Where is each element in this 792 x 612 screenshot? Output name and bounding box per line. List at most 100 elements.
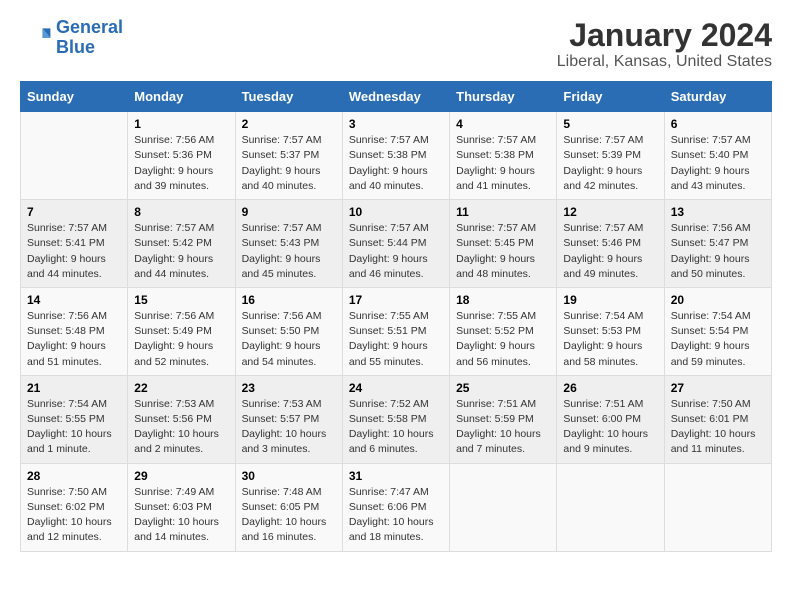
calendar-cell: 26 Sunrise: 7:51 AMSunset: 6:00 PMDayligh… — [557, 375, 664, 463]
calendar-cell: 1 Sunrise: 7:56 AMSunset: 5:36 PMDaylight… — [128, 112, 235, 200]
day-info: Sunrise: 7:57 AMSunset: 5:42 PMDaylight:… — [134, 221, 228, 282]
day-number: 10 — [349, 205, 443, 219]
calendar-table: Sunday Monday Tuesday Wednesday Thursday… — [20, 81, 772, 551]
logo-text: General Blue — [56, 18, 123, 58]
day-info: Sunrise: 7:57 AMSunset: 5:39 PMDaylight:… — [563, 133, 657, 194]
day-info: Sunrise: 7:57 AMSunset: 5:44 PMDaylight:… — [349, 221, 443, 282]
day-number: 23 — [242, 381, 336, 395]
calendar-cell: 19 Sunrise: 7:54 AMSunset: 5:53 PMDayligh… — [557, 287, 664, 375]
day-info: Sunrise: 7:57 AMSunset: 5:40 PMDaylight:… — [671, 133, 765, 194]
day-info: Sunrise: 7:52 AMSunset: 5:58 PMDaylight:… — [349, 397, 443, 458]
calendar-cell — [450, 463, 557, 551]
day-number: 20 — [671, 293, 765, 307]
calendar-cell — [557, 463, 664, 551]
day-number: 14 — [27, 293, 121, 307]
logo-general: General — [56, 17, 123, 37]
calendar-cell — [664, 463, 771, 551]
calendar-cell: 29 Sunrise: 7:49 AMSunset: 6:03 PMDayligh… — [128, 463, 235, 551]
logo-icon — [20, 22, 52, 54]
day-info: Sunrise: 7:55 AMSunset: 5:51 PMDaylight:… — [349, 309, 443, 370]
day-number: 1 — [134, 117, 228, 131]
day-info: Sunrise: 7:56 AMSunset: 5:36 PMDaylight:… — [134, 133, 228, 194]
day-number: 27 — [671, 381, 765, 395]
calendar-cell: 7Sunrise: 7:57 AMSunset: 5:41 PMDaylight… — [21, 200, 128, 288]
header-monday: Monday — [128, 82, 235, 112]
day-number: 13 — [671, 205, 765, 219]
page-subtitle: Liberal, Kansas, United States — [557, 53, 772, 71]
header-wednesday: Wednesday — [342, 82, 449, 112]
calendar-week-2: 7Sunrise: 7:57 AMSunset: 5:41 PMDaylight… — [21, 200, 772, 288]
day-info: Sunrise: 7:51 AMSunset: 6:00 PMDaylight:… — [563, 397, 657, 458]
page-title: January 2024 — [557, 18, 772, 53]
header-thursday: Thursday — [450, 82, 557, 112]
day-info: Sunrise: 7:50 AMSunset: 6:01 PMDaylight:… — [671, 397, 765, 458]
calendar-cell: 3 Sunrise: 7:57 AMSunset: 5:38 PMDaylight… — [342, 112, 449, 200]
day-info: Sunrise: 7:54 AMSunset: 5:53 PMDaylight:… — [563, 309, 657, 370]
day-info: Sunrise: 7:57 AMSunset: 5:43 PMDaylight:… — [242, 221, 336, 282]
day-info: Sunrise: 7:57 AMSunset: 5:38 PMDaylight:… — [349, 133, 443, 194]
day-number: 30 — [242, 469, 336, 483]
calendar-cell: 11Sunrise: 7:57 AMSunset: 5:45 PMDayligh… — [450, 200, 557, 288]
day-info: Sunrise: 7:57 AMSunset: 5:38 PMDaylight:… — [456, 133, 550, 194]
day-info: Sunrise: 7:53 AMSunset: 5:57 PMDaylight:… — [242, 397, 336, 458]
calendar-cell: 5 Sunrise: 7:57 AMSunset: 5:39 PMDaylight… — [557, 112, 664, 200]
day-number: 7 — [27, 205, 121, 219]
day-info: Sunrise: 7:55 AMSunset: 5:52 PMDaylight:… — [456, 309, 550, 370]
day-number: 2 — [242, 117, 336, 131]
day-number: 19 — [563, 293, 657, 307]
header-sunday: Sunday — [21, 82, 128, 112]
day-number: 25 — [456, 381, 550, 395]
calendar-cell — [21, 112, 128, 200]
day-number: 29 — [134, 469, 228, 483]
calendar-cell: 28 Sunrise: 7:50 AMSunset: 6:02 PMDayligh… — [21, 463, 128, 551]
day-number: 18 — [456, 293, 550, 307]
day-info: Sunrise: 7:49 AMSunset: 6:03 PMDaylight:… — [134, 485, 228, 546]
day-number: 22 — [134, 381, 228, 395]
day-info: Sunrise: 7:57 AMSunset: 5:45 PMDaylight:… — [456, 221, 550, 282]
calendar-cell: 16 Sunrise: 7:56 AMSunset: 5:50 PMDayligh… — [235, 287, 342, 375]
day-info: Sunrise: 7:56 AMSunset: 5:47 PMDaylight:… — [671, 221, 765, 282]
title-block: January 2024 Liberal, Kansas, United Sta… — [557, 18, 772, 71]
day-number: 6 — [671, 117, 765, 131]
header-friday: Friday — [557, 82, 664, 112]
calendar-cell: 24Sunrise: 7:52 AMSunset: 5:58 PMDayligh… — [342, 375, 449, 463]
calendar-week-1: 1 Sunrise: 7:56 AMSunset: 5:36 PMDaylight… — [21, 112, 772, 200]
header-row: Sunday Monday Tuesday Wednesday Thursday… — [21, 82, 772, 112]
calendar-cell: 27 Sunrise: 7:50 AMSunset: 6:01 PMDayligh… — [664, 375, 771, 463]
day-info: Sunrise: 7:54 AMSunset: 5:54 PMDaylight:… — [671, 309, 765, 370]
calendar-cell: 10 Sunrise: 7:57 AMSunset: 5:44 PMDayligh… — [342, 200, 449, 288]
day-number: 15 — [134, 293, 228, 307]
day-info: Sunrise: 7:56 AMSunset: 5:49 PMDaylight:… — [134, 309, 228, 370]
day-info: Sunrise: 7:56 AMSunset: 5:50 PMDaylight:… — [242, 309, 336, 370]
day-info: Sunrise: 7:54 AMSunset: 5:55 PMDaylight:… — [27, 397, 121, 458]
calendar-cell: 14 Sunrise: 7:56 AMSunset: 5:48 PMDayligh… — [21, 287, 128, 375]
day-number: 9 — [242, 205, 336, 219]
day-info: Sunrise: 7:51 AMSunset: 5:59 PMDaylight:… — [456, 397, 550, 458]
calendar-cell: 13 Sunrise: 7:56 AMSunset: 5:47 PMDayligh… — [664, 200, 771, 288]
day-info: Sunrise: 7:48 AMSunset: 6:05 PMDaylight:… — [242, 485, 336, 546]
calendar-cell: 30 Sunrise: 7:48 AMSunset: 6:05 PMDayligh… — [235, 463, 342, 551]
calendar-cell: 18 Sunrise: 7:55 AMSunset: 5:52 PMDayligh… — [450, 287, 557, 375]
day-info: Sunrise: 7:50 AMSunset: 6:02 PMDaylight:… — [27, 485, 121, 546]
calendar-cell: 9 Sunrise: 7:57 AMSunset: 5:43 PMDaylight… — [235, 200, 342, 288]
day-number: 21 — [27, 381, 121, 395]
logo-blue: Blue — [56, 37, 95, 57]
day-info: Sunrise: 7:57 AMSunset: 5:37 PMDaylight:… — [242, 133, 336, 194]
calendar-cell: 22Sunrise: 7:53 AMSunset: 5:56 PMDayligh… — [128, 375, 235, 463]
day-number: 3 — [349, 117, 443, 131]
day-info: Sunrise: 7:56 AMSunset: 5:48 PMDaylight:… — [27, 309, 121, 370]
calendar-cell: 31Sunrise: 7:47 AMSunset: 6:06 PMDayligh… — [342, 463, 449, 551]
day-number: 28 — [27, 469, 121, 483]
day-number: 31 — [349, 469, 443, 483]
calendar-cell: 17Sunrise: 7:55 AMSunset: 5:51 PMDayligh… — [342, 287, 449, 375]
calendar-cell: 2 Sunrise: 7:57 AMSunset: 5:37 PMDaylight… — [235, 112, 342, 200]
calendar-cell: 15 Sunrise: 7:56 AMSunset: 5:49 PMDayligh… — [128, 287, 235, 375]
header: General Blue January 2024 Liberal, Kansa… — [20, 18, 772, 71]
header-tuesday: Tuesday — [235, 82, 342, 112]
day-number: 26 — [563, 381, 657, 395]
calendar-cell: 8Sunrise: 7:57 AMSunset: 5:42 PMDaylight… — [128, 200, 235, 288]
calendar-cell: 20 Sunrise: 7:54 AMSunset: 5:54 PMDayligh… — [664, 287, 771, 375]
day-number: 16 — [242, 293, 336, 307]
day-number: 5 — [563, 117, 657, 131]
page: General Blue January 2024 Liberal, Kansa… — [0, 0, 792, 570]
